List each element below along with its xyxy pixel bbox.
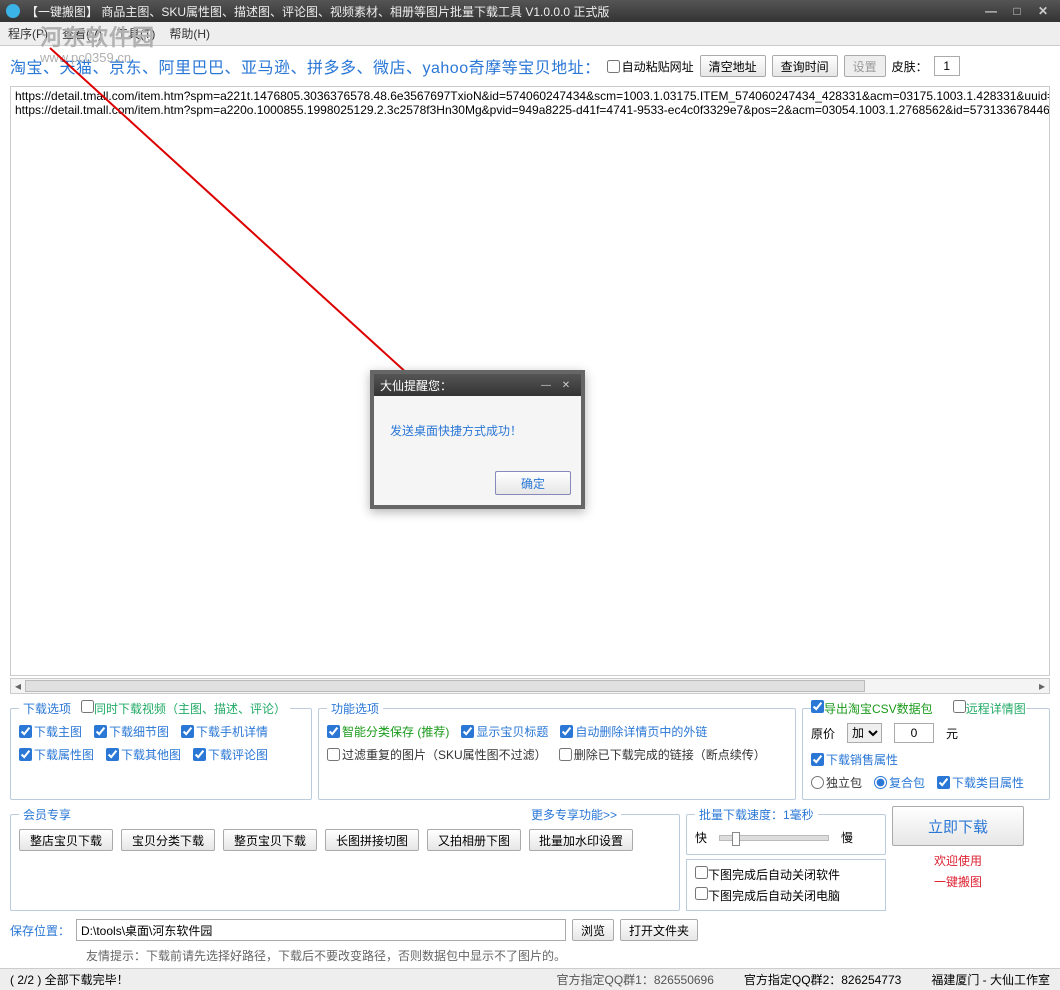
- close-pc-checkbox[interactable]: 下图完成后自动关闭电脑: [695, 887, 877, 904]
- address-label: 淘宝、天猫、京东、阿里巴巴、亚马逊、拼多多、微店、yahoo奇摩等宝贝地址：: [10, 54, 601, 78]
- single-pack-radio[interactable]: 独立包: [811, 774, 862, 791]
- app-icon: [6, 4, 20, 18]
- download-now-button[interactable]: 立即下载: [892, 806, 1024, 846]
- menu-help[interactable]: 帮助(H): [169, 25, 210, 42]
- autodel-link-checkbox[interactable]: 自动删除详情页中的外链: [560, 723, 707, 740]
- detail-img-checkbox[interactable]: 下载细节图: [94, 723, 169, 740]
- download-options-group: 下载选项 同时下载视频（主图、描述、评论） 下载主图 下载细节图 下载手机详情 …: [10, 700, 312, 800]
- page-dl-button[interactable]: 整页宝贝下载: [223, 829, 317, 851]
- speed-slider[interactable]: [719, 835, 829, 841]
- speed-group: 批量下载速度：1毫秒 快 慢: [686, 806, 886, 855]
- product-link[interactable]: 一键搬图: [934, 873, 982, 890]
- smart-save-checkbox[interactable]: 智能分类保存 (推荐): [327, 723, 449, 740]
- slider-knob[interactable]: [732, 832, 740, 846]
- more-vip-link[interactable]: 更多专享功能>>: [531, 808, 617, 822]
- autopaste-checkbox[interactable]: 自动粘贴网址: [607, 58, 694, 75]
- clear-address-button[interactable]: 清空地址: [700, 55, 766, 77]
- skin-input[interactable]: [934, 56, 960, 76]
- scroll-left-icon[interactable]: ◂: [11, 679, 25, 693]
- whole-shop-button[interactable]: 整店宝贝下载: [19, 829, 113, 851]
- skin-label: 皮肤：: [892, 58, 928, 75]
- menu-program[interactable]: 程序(P): [8, 25, 48, 42]
- mobile-img-checkbox[interactable]: 下载手机详情: [181, 723, 268, 740]
- price-unit: 元: [946, 725, 958, 742]
- dialog-ok-button[interactable]: 确定: [495, 471, 571, 495]
- show-title-checkbox[interactable]: 显示宝贝标题: [461, 723, 548, 740]
- csv-options-group: 导出淘宝CSV数据包 远程详情图 原价 加 元 下载销售属性 独立包 复合包 下…: [802, 700, 1050, 800]
- class-attr-checkbox[interactable]: 下载类目属性: [937, 774, 1024, 791]
- video-checkbox[interactable]: 同时下载视频（主图、描述、评论）: [81, 702, 286, 716]
- menu-view[interactable]: 查看(V): [62, 25, 102, 42]
- dialog-message: 发送桌面快捷方式成功！: [374, 396, 581, 465]
- query-time-button[interactable]: 查询时间: [772, 55, 838, 77]
- save-label: 保存位置：: [10, 922, 70, 939]
- price-label: 原价: [811, 725, 835, 742]
- close-app-checkbox[interactable]: 下图完成后自动关闭软件: [695, 866, 877, 883]
- welcome-link[interactable]: 欢迎使用: [934, 852, 982, 869]
- status-progress: ( 2/2 ) 全部下载完毕！: [10, 971, 129, 988]
- other-img-checkbox[interactable]: 下载其他图: [106, 746, 181, 763]
- browse-button[interactable]: 浏览: [572, 919, 614, 941]
- minimize-button[interactable]: —: [980, 4, 1002, 18]
- speed-fast-label: 快: [695, 829, 707, 846]
- dialog-titlebar: 大仙提醒您： — ✕: [374, 374, 581, 396]
- horizontal-scrollbar[interactable]: ◂ ▸: [10, 678, 1050, 694]
- attr-img-checkbox[interactable]: 下载属性图: [19, 746, 94, 763]
- del-done-checkbox[interactable]: 删除已下载完成的链接（断点续传）: [559, 746, 766, 763]
- auto-close-group: 下图完成后自动关闭软件 下图完成后自动关闭电脑: [686, 859, 886, 911]
- main-img-checkbox[interactable]: 下载主图: [19, 723, 82, 740]
- watermark-button[interactable]: 批量加水印设置: [529, 829, 633, 851]
- open-folder-button[interactable]: 打开文件夹: [620, 919, 698, 941]
- remote-checkbox[interactable]: 远程详情图: [953, 702, 1026, 716]
- qq-group-1: 官方指定QQ群1：826550696: [556, 971, 713, 988]
- sale-attr-checkbox[interactable]: 下载销售属性: [811, 751, 898, 768]
- price-value-input[interactable]: [894, 723, 934, 743]
- promo-links: 欢迎使用 一键搬图: [892, 852, 1024, 890]
- statusbar: ( 2/2 ) 全部下载完毕！ 官方指定QQ群1：826550696 官方指定Q…: [0, 968, 1060, 990]
- price-op-select[interactable]: 加: [847, 723, 882, 743]
- category-dl-button[interactable]: 宝贝分类下载: [121, 829, 215, 851]
- menu-tools[interactable]: 工具(T): [116, 25, 155, 42]
- settings-button[interactable]: 设置: [844, 55, 886, 77]
- save-hint: 友情提示：下载前请先选择好路径，下载后不要改变路径，否则数据包中显示不了图片的。: [0, 945, 1060, 968]
- maximize-button[interactable]: □: [1006, 4, 1028, 18]
- menubar: 程序(P) 查看(V) 工具(T) 帮助(H): [0, 22, 1060, 46]
- dialog-close-icon[interactable]: ✕: [557, 379, 575, 391]
- address-toolbar: 淘宝、天猫、京东、阿里巴巴、亚马逊、拼多多、微店、yahoo奇摩等宝贝地址： 自…: [0, 46, 1060, 86]
- qq-group-2: 官方指定QQ群2：826254773: [744, 971, 901, 988]
- csv-checkbox[interactable]: 导出淘宝CSV数据包: [811, 702, 933, 716]
- album-dl-button[interactable]: 又拍相册下图: [427, 829, 521, 851]
- long-img-button[interactable]: 长图拼接切图: [325, 829, 419, 851]
- vip-group: 会员专享更多专享功能>> 整店宝贝下载 宝贝分类下载 整页宝贝下载 长图拼接切图…: [10, 806, 680, 911]
- combo-pack-radio[interactable]: 复合包: [874, 774, 925, 791]
- function-options-group: 功能选项 智能分类保存 (推荐) 显示宝贝标题 自动删除详情页中的外链 过滤重复…: [318, 700, 796, 800]
- scroll-right-icon[interactable]: ▸: [1035, 679, 1049, 693]
- filter-dup-checkbox[interactable]: 过滤重复的图片（SKU属性图不过滤）: [327, 746, 547, 763]
- dialog-minimize-icon[interactable]: —: [537, 379, 555, 391]
- window-title: 【一键搬图】 商品主图、SKU属性图、描述图、评论图、视频素材、相册等图片批量下…: [26, 3, 609, 20]
- dialog-title: 大仙提醒您：: [380, 377, 452, 394]
- save-path-input[interactable]: [76, 919, 566, 941]
- comment-img-checkbox[interactable]: 下载评论图: [193, 746, 268, 763]
- studio-label: 福建厦门 - 大仙工作室: [931, 971, 1050, 988]
- alert-dialog: 大仙提醒您： — ✕ 发送桌面快捷方式成功！ 确定: [370, 370, 585, 509]
- speed-slow-label: 慢: [841, 829, 853, 846]
- close-button[interactable]: ✕: [1032, 4, 1054, 18]
- scroll-thumb[interactable]: [25, 680, 865, 692]
- titlebar: 【一键搬图】 商品主图、SKU属性图、描述图、评论图、视频素材、相册等图片批量下…: [0, 0, 1060, 22]
